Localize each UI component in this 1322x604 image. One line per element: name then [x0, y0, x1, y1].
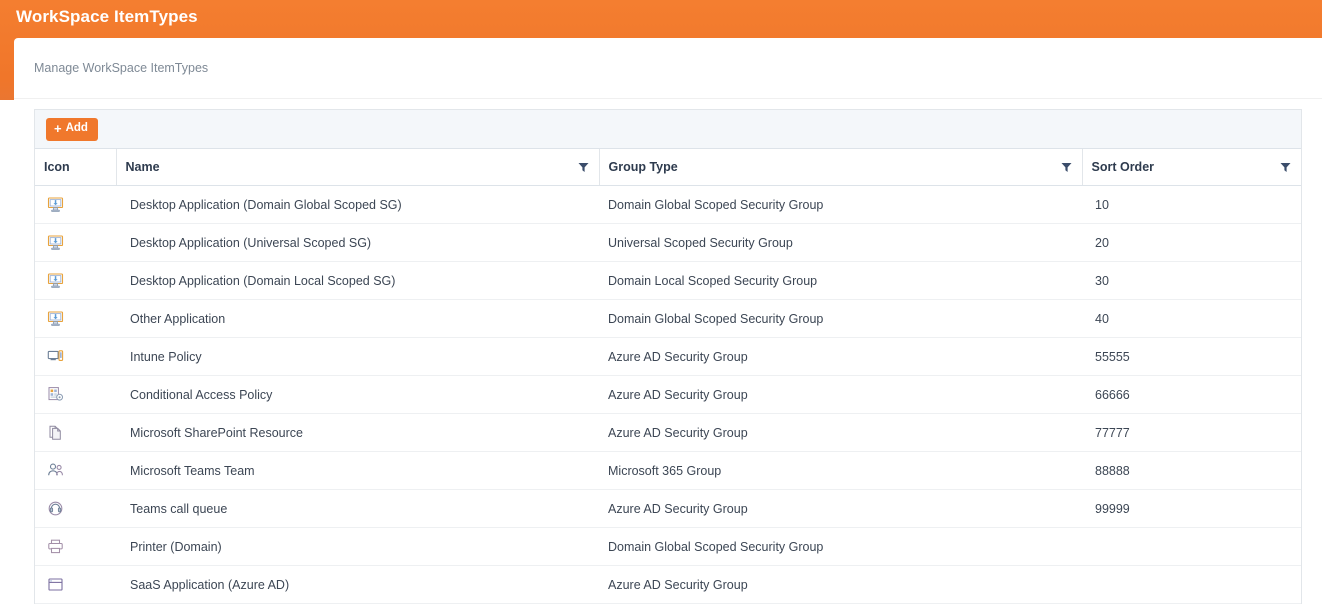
cell-icon	[35, 414, 116, 452]
table-row[interactable]: Intune PolicyAzure AD Security Group5555…	[35, 338, 1301, 376]
cell-icon	[35, 262, 116, 300]
cell-sort-order: 55555	[1082, 338, 1301, 376]
cell-icon	[35, 566, 116, 604]
cell-sort-order	[1082, 566, 1301, 604]
grid-toolbar: + Add	[35, 110, 1301, 149]
cell-name: Conditional Access Policy	[116, 376, 599, 414]
cell-name: Intune Policy	[116, 338, 599, 376]
column-header-group-type[interactable]: Group Type	[599, 149, 1082, 186]
cell-name: Desktop Application (Domain Local Scoped…	[116, 262, 599, 300]
cell-sort-order: 77777	[1082, 414, 1301, 452]
table-row[interactable]: Conditional Access PolicyAzure AD Securi…	[35, 376, 1301, 414]
page-title: WorkSpace ItemTypes	[16, 7, 198, 27]
cell-sort-order: 88888	[1082, 452, 1301, 490]
cell-icon	[35, 224, 116, 262]
cell-group-type: Azure AD Security Group	[599, 566, 1082, 604]
filter-icon-name[interactable]	[578, 162, 589, 173]
cell-group-type: Domain Global Scoped Security Group	[599, 528, 1082, 566]
content-panel: Manage WorkSpace ItemTypes + Add Icon	[14, 38, 1322, 604]
cell-group-type: Microsoft 365 Group	[599, 452, 1082, 490]
column-header-name-label: Name	[126, 160, 160, 174]
cell-group-type: Domain Global Scoped Security Group	[599, 300, 1082, 338]
column-header-icon-label: Icon	[44, 160, 70, 174]
cell-icon	[35, 300, 116, 338]
cell-sort-order: 99999	[1082, 490, 1301, 528]
cell-group-type: Domain Local Scoped Security Group	[599, 262, 1082, 300]
column-header-sort-order-label: Sort Order	[1092, 160, 1155, 174]
add-button-label: Add	[66, 123, 88, 135]
cell-icon	[35, 490, 116, 528]
copy-pages-icon	[47, 424, 64, 441]
table-row[interactable]: Desktop Application (Domain Global Scope…	[35, 186, 1301, 224]
cell-group-type: Azure AD Security Group	[599, 376, 1082, 414]
table-row[interactable]: Microsoft Teams TeamMicrosoft 365 Group8…	[35, 452, 1301, 490]
cell-name: Teams call queue	[116, 490, 599, 528]
cell-name: Printer (Domain)	[116, 528, 599, 566]
desktop-application-icon	[47, 272, 64, 289]
cell-group-type: Domain Global Scoped Security Group	[599, 186, 1082, 224]
add-button[interactable]: + Add	[46, 118, 98, 141]
panel-subtitle: Manage WorkSpace ItemTypes	[14, 38, 1322, 99]
cell-group-type: Azure AD Security Group	[599, 490, 1082, 528]
monitor-mobile-device-icon	[47, 348, 64, 365]
cell-group-type: Universal Scoped Security Group	[599, 224, 1082, 262]
cell-icon	[35, 376, 116, 414]
cell-sort-order: 40	[1082, 300, 1301, 338]
filter-icon-group-type[interactable]	[1061, 162, 1072, 173]
plus-icon: +	[54, 122, 62, 135]
cell-icon	[35, 528, 116, 566]
filter-icon-sort-order[interactable]	[1280, 162, 1291, 173]
cell-name: Other Application	[116, 300, 599, 338]
cell-icon	[35, 186, 116, 224]
desktop-application-icon	[47, 310, 64, 327]
column-header-name[interactable]: Name	[116, 149, 599, 186]
column-header-sort-order[interactable]: Sort Order	[1082, 149, 1301, 186]
printer-icon	[47, 538, 64, 555]
cell-sort-order: 10	[1082, 186, 1301, 224]
desktop-application-icon	[47, 196, 64, 213]
desktop-application-icon	[47, 234, 64, 251]
column-header-group-type-label: Group Type	[609, 160, 678, 174]
table-row[interactable]: SaaS Application (Azure AD)Azure AD Secu…	[35, 566, 1301, 604]
cell-name: Desktop Application (Universal Scoped SG…	[116, 224, 599, 262]
column-header-icon[interactable]: Icon	[35, 149, 116, 186]
cell-name: Microsoft SharePoint Resource	[116, 414, 599, 452]
table-body: Desktop Application (Domain Global Scope…	[35, 186, 1301, 604]
cell-icon	[35, 452, 116, 490]
header-row: Icon Name Group Type	[35, 149, 1301, 186]
policy-document-icon	[47, 386, 64, 403]
cell-group-type: Azure AD Security Group	[599, 338, 1082, 376]
people-group-icon	[47, 462, 64, 479]
cell-sort-order: 66666	[1082, 376, 1301, 414]
table-row[interactable]: Desktop Application (Universal Scoped SG…	[35, 224, 1301, 262]
table-row[interactable]: Teams call queueAzure AD Security Group9…	[35, 490, 1301, 528]
window-app-icon	[47, 576, 64, 593]
cell-name: Microsoft Teams Team	[116, 452, 599, 490]
headset-icon	[47, 500, 64, 517]
table-header: Icon Name Group Type	[35, 149, 1301, 186]
table-row[interactable]: Microsoft SharePoint ResourceAzure AD Se…	[35, 414, 1301, 452]
cell-group-type: Azure AD Security Group	[599, 414, 1082, 452]
cell-name: Desktop Application (Domain Global Scope…	[116, 186, 599, 224]
cell-sort-order	[1082, 528, 1301, 566]
grid-container: + Add Icon Name	[34, 109, 1302, 604]
item-types-table: Icon Name Group Type	[35, 149, 1301, 604]
table-row[interactable]: Desktop Application (Domain Local Scoped…	[35, 262, 1301, 300]
cell-sort-order: 20	[1082, 224, 1301, 262]
cell-name: SaaS Application (Azure AD)	[116, 566, 599, 604]
cell-sort-order: 30	[1082, 262, 1301, 300]
table-row[interactable]: Other ApplicationDomain Global Scoped Se…	[35, 300, 1301, 338]
cell-icon	[35, 338, 116, 376]
table-row[interactable]: Printer (Domain)Domain Global Scoped Sec…	[35, 528, 1301, 566]
